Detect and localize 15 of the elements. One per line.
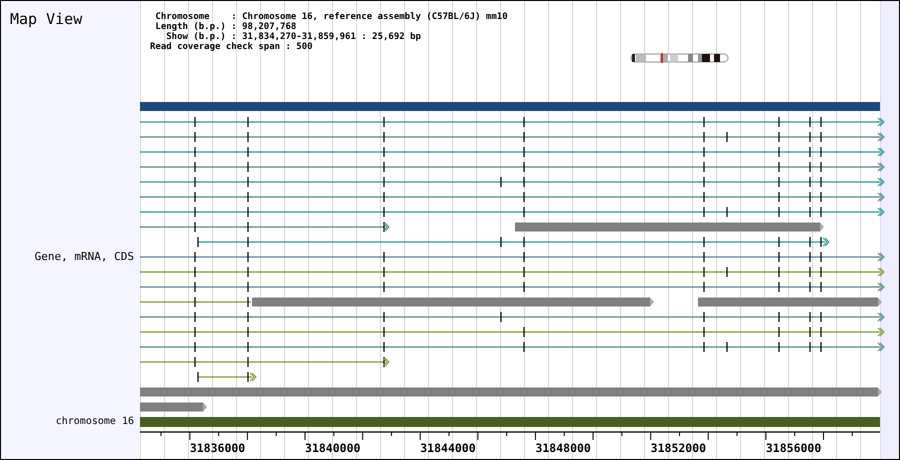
info-line: Read coverage check span : 500: [150, 42, 313, 52]
feature-bar: [140, 402, 207, 412]
track-label: chromosome 16: [56, 415, 135, 429]
info-line: Show (b.p.) : 31,834,270-31,859,961 : 25,692 bp: [166, 32, 421, 42]
axis-label: 31848000: [535, 441, 591, 455]
axis-label: 31844000: [420, 441, 476, 455]
axis-label: 31840000: [305, 441, 360, 455]
info-line: Length (b.p.) : 98,207,768: [155, 22, 296, 32]
transcript-line: [197, 372, 257, 382]
info-line: Chromosome : Chromosome 16, reference assembly (C57BL/6J) mm10: [155, 12, 508, 22]
track-label: Gene, mRNA, CDS: [34, 250, 135, 264]
axis-label: 31836000: [190, 441, 246, 455]
axis-label: 31852000: [650, 441, 706, 455]
panel-title: Map View: [9, 9, 84, 28]
axis-label: 31856000: [766, 441, 822, 455]
